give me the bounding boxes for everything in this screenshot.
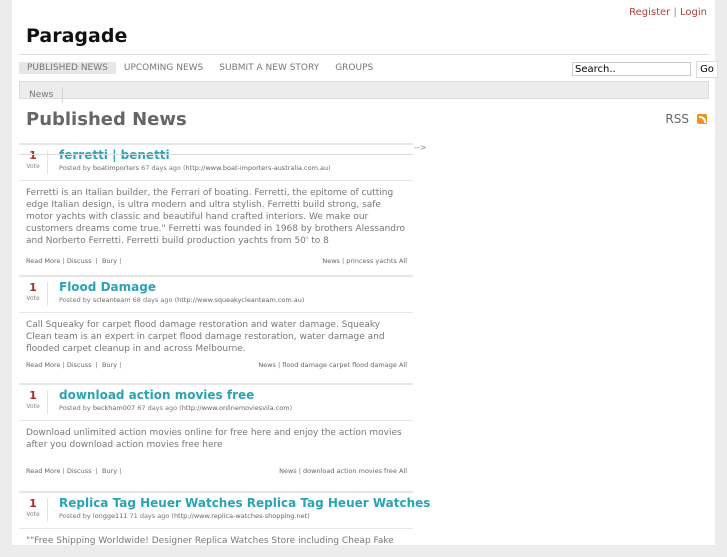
rss-label[interactable]: RSS (665, 112, 689, 126)
vote-count: 1 (29, 389, 37, 402)
nav-submit-story[interactable]: SUBMIT A NEW STORY (211, 62, 327, 74)
main-nav: PUBLISHED NEWS UPCOMING NEWS SUBMIT A NE… (19, 62, 381, 74)
vote-box[interactable]: 1 Vote (19, 282, 48, 306)
vote-label[interactable]: Vote (19, 402, 47, 412)
discuss-link[interactable]: Discuss (67, 257, 92, 265)
rss-icon[interactable] (697, 114, 707, 124)
bury-link[interactable]: Bury (102, 467, 117, 475)
story-links: Read More | Discuss | Bury | News | floo… (26, 361, 407, 369)
time-ago: 71 days ago (129, 512, 170, 520)
time-ago: 68 days ago (132, 296, 173, 304)
bury-link[interactable]: Bury (102, 361, 117, 369)
story-body: ""Free Shipping Worldwide! Designer Repl… (26, 536, 394, 546)
tag-link[interactable]: princess yachts (346, 257, 397, 265)
story-meta: Posted by scleanteam 68 days ago (http:/… (59, 296, 305, 304)
time-ago: 67 days ago (137, 404, 178, 412)
story-meta: Posted by longge111 71 days ago (http://… (59, 512, 310, 520)
story-title[interactable]: Flood Damage (59, 280, 156, 294)
user-link[interactable]: longge111 (93, 512, 128, 520)
tag-link[interactable]: flood damage (282, 361, 327, 369)
story-body: Ferretti is an Italian builder, the Ferr… (26, 188, 406, 246)
separator: | (673, 7, 677, 18)
divider (19, 154, 413, 155)
vote-box[interactable]: 1 Vote (19, 390, 48, 414)
page-container: Register | Login Paragade PUBLISHED NEWS… (12, 0, 718, 546)
sub-nav: News (19, 81, 709, 103)
story-title[interactable]: Replica Tag Heuer Watches Replica Tag He… (59, 496, 430, 510)
vote-label[interactable]: Vote (19, 510, 47, 520)
story-links: Read More | Discuss | Bury | News | prin… (26, 257, 407, 265)
category-link[interactable]: News (279, 467, 297, 475)
story-body: Download unlimited action movies online … (26, 428, 402, 450)
login-link[interactable]: Login (680, 7, 707, 18)
discuss-link[interactable]: Discuss (67, 467, 92, 475)
bury-link[interactable]: Bury (102, 257, 117, 265)
source-url-link[interactable]: http://www.onlinemoviesvila.com (182, 404, 290, 412)
discuss-link[interactable]: Discuss (67, 361, 92, 369)
rss-link[interactable]: RSS (665, 112, 707, 126)
search-go-button[interactable]: Go (696, 61, 718, 78)
nav-published-news[interactable]: PUBLISHED NEWS (19, 62, 116, 74)
user-link[interactable]: scleanteam (93, 296, 131, 304)
story-meta: Posted by boatimporters 67 days ago (htt… (59, 164, 331, 172)
read-more-link[interactable]: Read More (26, 257, 61, 265)
vote-count: 1 (29, 149, 37, 162)
vote-label[interactable]: Vote (19, 294, 47, 304)
time-ago: 67 days ago (141, 164, 181, 172)
tag-link[interactable]: carpet flood damage (329, 361, 397, 369)
source-url-link[interactable]: http://www.replica-watches-shopping.net (174, 512, 307, 520)
register-link[interactable]: Register (629, 7, 670, 18)
posted-by-label: Posted by (59, 164, 91, 172)
all-link[interactable]: All (399, 467, 407, 475)
read-more-link[interactable]: Read More (26, 361, 61, 369)
site-title[interactable]: Paragade (26, 25, 127, 47)
vote-count: 1 (29, 497, 37, 510)
story: 1 Vote Flood Damage Posted by scleanteam… (19, 275, 413, 373)
vote-box[interactable]: 1 Vote (19, 498, 48, 522)
story: 1 Vote ferretti | benetti Posted by boat… (19, 143, 413, 269)
posted-by-label: Posted by (59, 296, 91, 304)
posted-by-label: Posted by (59, 512, 91, 520)
page-title: Published News (26, 109, 187, 130)
all-link[interactable]: All (399, 361, 407, 369)
story: 1 Vote download action movies free Poste… (19, 383, 413, 479)
story: 1 Vote Replica Tag Heuer Watches Replica… (19, 491, 430, 557)
vote-label[interactable]: Vote (19, 162, 47, 172)
read-more-link[interactable]: Read More (26, 467, 61, 475)
all-link[interactable]: All (399, 257, 407, 265)
search-input[interactable] (572, 62, 691, 76)
user-link[interactable]: beckham007 (93, 404, 135, 412)
category-link[interactable]: News (258, 361, 276, 369)
story-title[interactable]: download action movies free (59, 388, 254, 402)
story-body: Call Squeaky for carpet flood damage res… (26, 320, 385, 354)
source-url-link[interactable]: http://www.squeakycleanteam.com.au (177, 296, 302, 304)
account-links: Register | Login (629, 7, 707, 18)
stray-text: --> (414, 143, 427, 152)
posted-by-label: Posted by (59, 404, 91, 412)
category-link[interactable]: News (322, 257, 340, 265)
vote-count: 1 (29, 281, 37, 294)
nav-upcoming-news[interactable]: UPCOMING NEWS (116, 62, 211, 74)
story-links: Read More | Discuss | Bury | News | down… (26, 467, 407, 475)
subnav-news[interactable]: News (20, 87, 64, 103)
story-title[interactable]: ferretti | benetti (59, 148, 170, 162)
user-link[interactable]: boatimporters (93, 164, 139, 172)
tag-link[interactable]: download action movies free (303, 467, 397, 475)
source-url-link[interactable]: http://www.boat-importers-australia.com.… (186, 164, 329, 172)
nav-groups[interactable]: GROUPS (327, 62, 381, 74)
story-meta: Posted by beckham007 67 days ago (http:/… (59, 404, 293, 412)
divider (19, 54, 709, 55)
